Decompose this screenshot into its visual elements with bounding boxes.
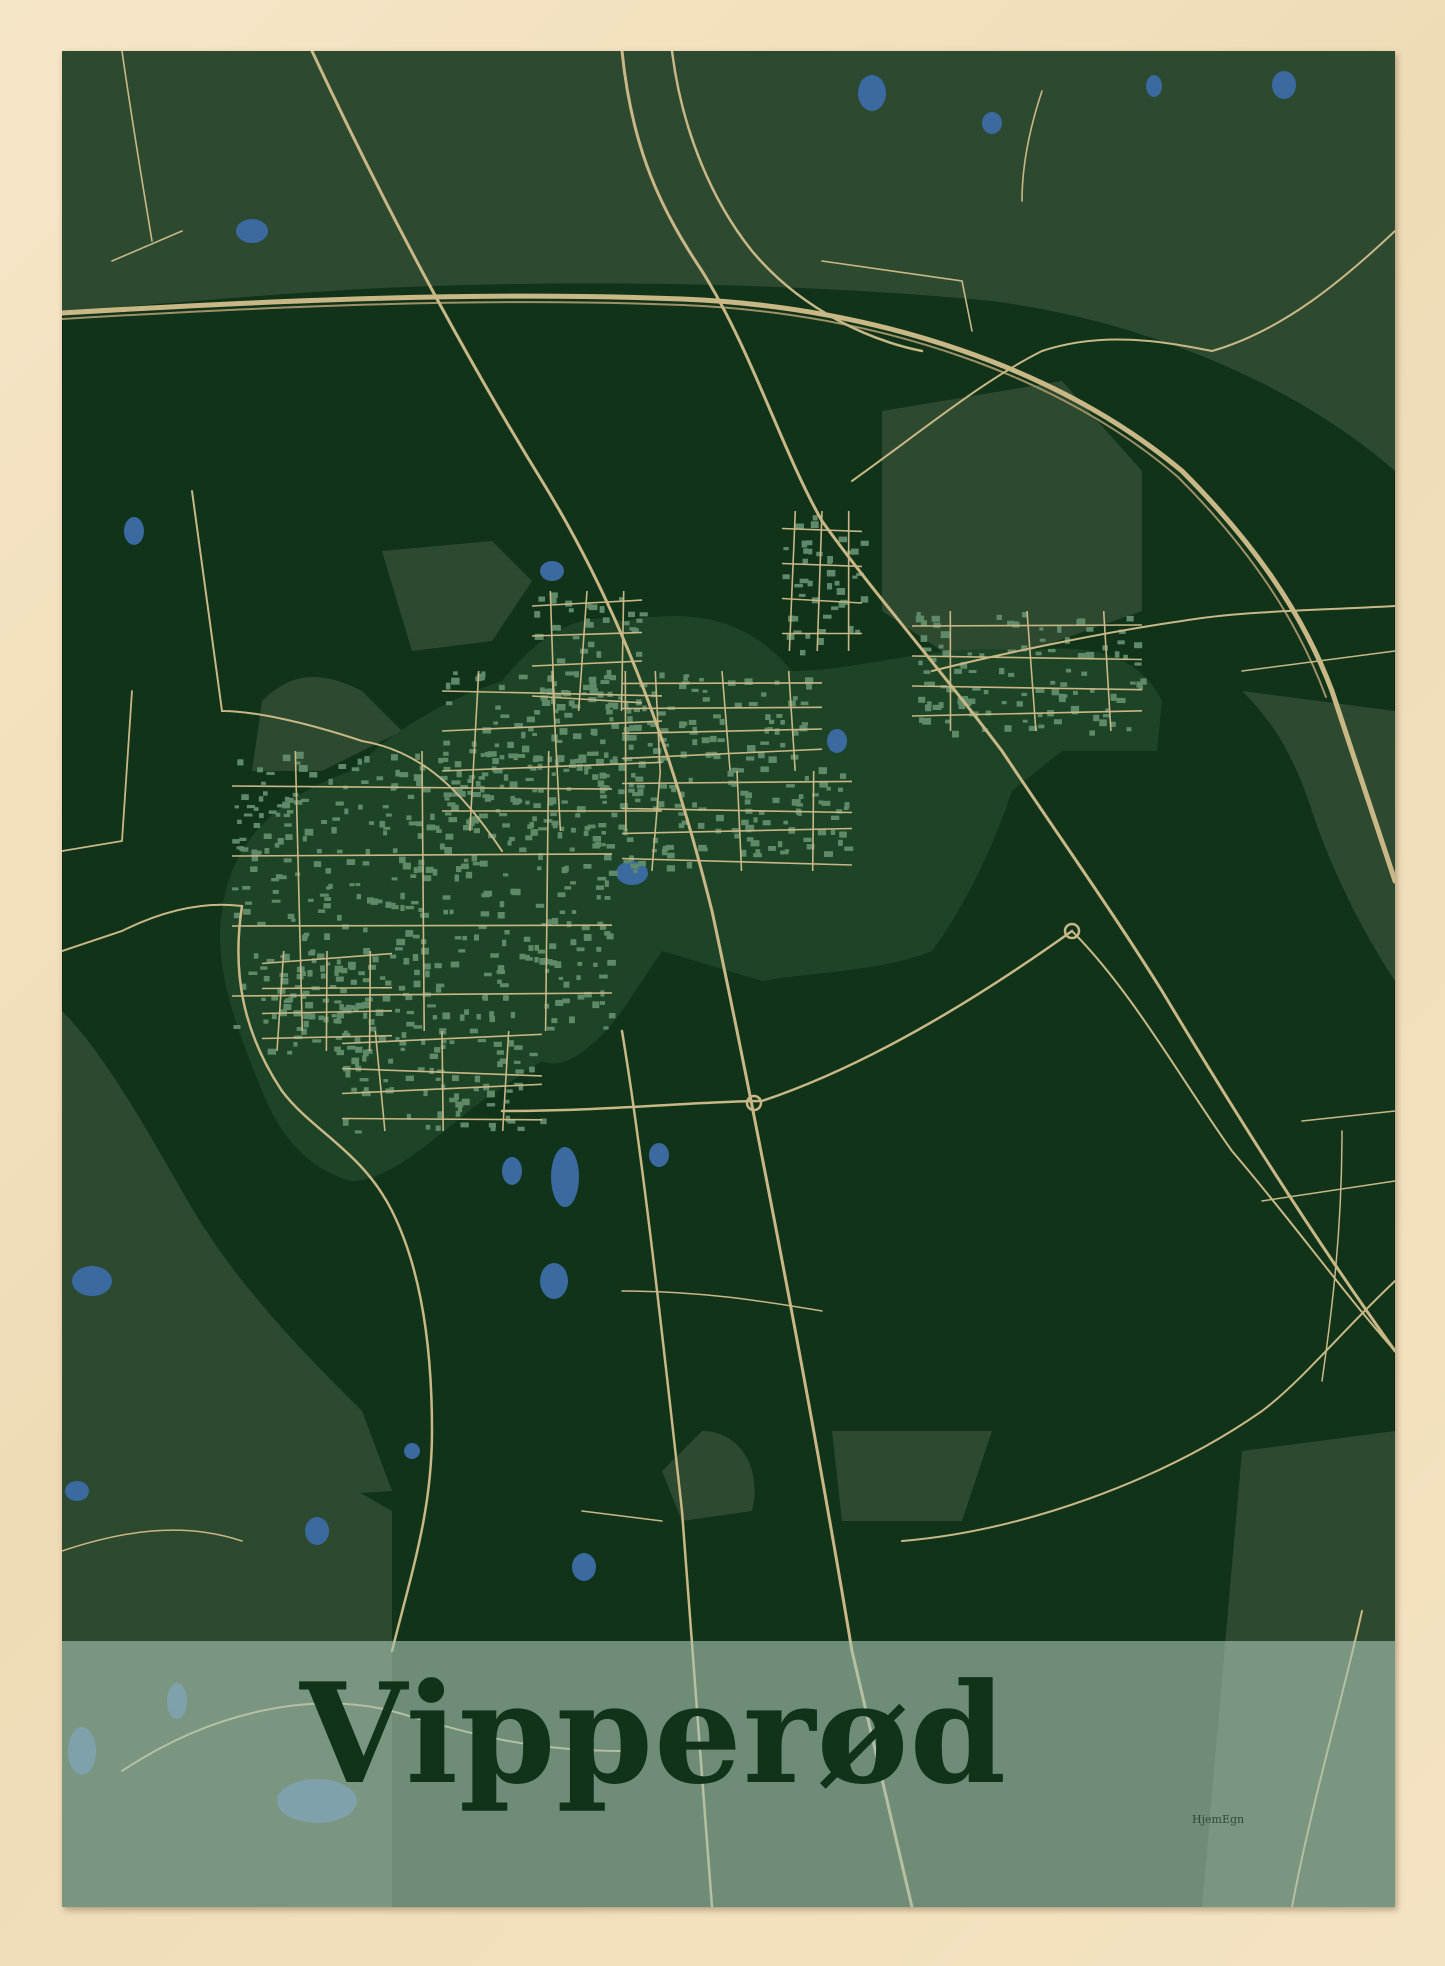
poster-title: Vipperød	[299, 1652, 1008, 1815]
map-poster: Vipperød HjemEgn	[62, 51, 1395, 1907]
poster-frame: Vipperød HjemEgn	[0, 0, 1445, 1966]
brand-mark: HjemEgn	[1192, 1813, 1245, 1826]
map-canvas	[62, 51, 1395, 1907]
